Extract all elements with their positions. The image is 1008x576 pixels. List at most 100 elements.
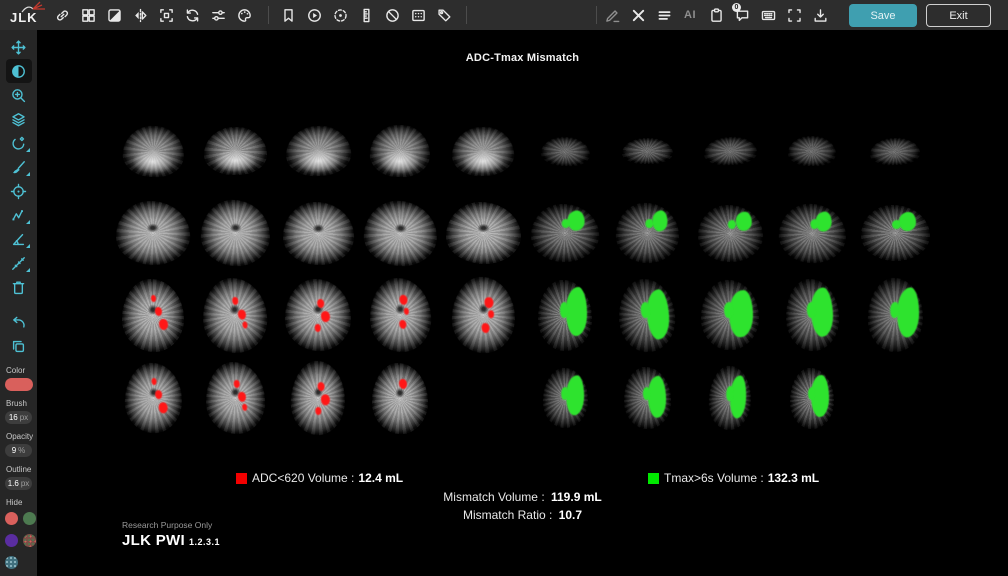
adc-overlay xyxy=(232,296,238,304)
brush-label: Brush xyxy=(6,399,37,408)
download-icon[interactable] xyxy=(807,2,833,28)
hide-swatch-green[interactable] xyxy=(23,512,36,525)
measure-tool-icon[interactable] xyxy=(6,251,32,275)
undo-icon[interactable] xyxy=(6,310,32,334)
research-note: Research Purpose Only xyxy=(122,520,220,530)
brain-slice xyxy=(870,137,921,166)
delete-tool-icon[interactable] xyxy=(6,275,32,299)
target-icon[interactable] xyxy=(327,2,353,28)
brain-slice xyxy=(700,279,759,350)
adc-overlay xyxy=(237,308,246,318)
ai-label: AI xyxy=(684,9,696,21)
brain-slice xyxy=(540,135,590,167)
tmax-overlay xyxy=(642,387,650,401)
toolbar-divider xyxy=(466,6,467,24)
toolbar-divider xyxy=(268,6,269,24)
brain-slice xyxy=(199,199,270,267)
play-icon[interactable] xyxy=(301,2,327,28)
brain-slice xyxy=(289,360,347,437)
brain-slice xyxy=(784,278,839,352)
tmax-overlay xyxy=(566,287,588,335)
jlk-pwi-window: JLK AI xyxy=(0,0,1008,576)
adc-overlay xyxy=(399,379,407,389)
tmax-overlay xyxy=(560,387,568,400)
fullscreen-icon[interactable] xyxy=(781,2,807,28)
adc-legend-value: 12.4 mL xyxy=(358,471,403,485)
adc-overlay xyxy=(317,299,324,308)
adc-overlay xyxy=(398,320,405,329)
brain-slice xyxy=(623,367,671,430)
hide-swatch-mixed[interactable] xyxy=(23,534,36,547)
brain-slice xyxy=(446,202,521,264)
copy-icon[interactable] xyxy=(6,334,32,358)
adc-overlay xyxy=(481,323,489,333)
brain-slice xyxy=(530,203,600,263)
brush-tool-icon[interactable] xyxy=(6,155,32,179)
tmax-overlay xyxy=(647,376,667,418)
palette-icon[interactable] xyxy=(231,2,257,28)
flip-horizontal-icon[interactable] xyxy=(127,2,153,28)
color-swatch[interactable] xyxy=(5,378,33,391)
adc-overlay xyxy=(320,394,330,405)
angle-tool-icon[interactable] xyxy=(6,227,32,251)
contrast-tool-icon[interactable] xyxy=(6,59,32,83)
edit-actions xyxy=(0,310,37,358)
hide-swatch-purple[interactable] xyxy=(5,534,18,547)
tmax-overlay xyxy=(645,219,653,229)
viewer-canvas: ADC-Tmax Mismatch ADC<620 Volume : 12.4 … xyxy=(37,30,1008,576)
disable-icon[interactable] xyxy=(379,2,405,28)
toolbar-group-annotate xyxy=(275,2,457,28)
link-icon[interactable] xyxy=(49,2,75,28)
crosshair-tool-icon[interactable] xyxy=(6,179,32,203)
menu-lines-icon[interactable] xyxy=(651,2,677,28)
hide-swatch-red[interactable] xyxy=(5,512,18,525)
refresh-icon[interactable] xyxy=(179,2,205,28)
legend-adc: ADC<620 Volume : 12.4 mL xyxy=(236,471,403,485)
ruler-icon[interactable] xyxy=(353,2,379,28)
adc-overlay xyxy=(151,378,156,385)
ai-button[interactable]: AI xyxy=(677,2,703,28)
brush-size-control[interactable]: 16 px xyxy=(5,411,32,424)
cross-tools-icon[interactable] xyxy=(625,2,651,28)
brain-slice xyxy=(121,124,185,178)
brain-slice xyxy=(122,279,184,352)
bookmark-icon[interactable] xyxy=(275,2,301,28)
rotate-tool-icon[interactable] xyxy=(6,131,32,155)
outline-unit: px xyxy=(21,479,29,488)
adc-overlay xyxy=(155,390,162,399)
opacity-value: 9 xyxy=(12,446,16,455)
move-tool-icon[interactable] xyxy=(6,35,32,59)
brain-slice xyxy=(123,362,182,434)
brain-slice xyxy=(205,361,265,434)
adc-overlay xyxy=(487,310,493,318)
adjust-sliders-icon[interactable] xyxy=(205,2,231,28)
zoom-in-tool-icon[interactable] xyxy=(6,83,32,107)
mismatch-ratio-value: 10.7 xyxy=(559,508,582,522)
adc-legend-swatch xyxy=(236,473,247,484)
layers-tool-icon[interactable] xyxy=(6,107,32,131)
layout-grid-icon[interactable] xyxy=(75,2,101,28)
pencil-icon[interactable] xyxy=(599,2,625,28)
outline-control[interactable]: 1.6 px xyxy=(5,477,32,490)
chat-icon[interactable]: 0 xyxy=(729,2,755,28)
keyboard-icon[interactable] xyxy=(755,2,781,28)
hide-label: Hide xyxy=(6,498,37,507)
adc-overlay xyxy=(151,295,156,302)
invert-icon[interactable] xyxy=(101,2,127,28)
fit-screen-icon[interactable] xyxy=(153,2,179,28)
opacity-control[interactable]: 9 % xyxy=(5,444,32,457)
matrix-grid-icon[interactable] xyxy=(405,2,431,28)
polyline-tool-icon[interactable] xyxy=(6,203,32,227)
adc-overlay xyxy=(242,404,247,411)
exit-button[interactable]: Exit xyxy=(926,4,991,27)
brain-slice xyxy=(450,276,516,354)
legend-tmax: Tmax>6s Volume : 132.3 mL xyxy=(648,471,819,485)
adc-overlay xyxy=(159,319,168,330)
brain-slice xyxy=(115,200,191,267)
save-button[interactable]: Save xyxy=(849,4,917,27)
adc-overlay xyxy=(158,402,167,413)
jlk-logo[interactable]: JLK xyxy=(8,1,50,29)
tag-icon[interactable] xyxy=(431,2,457,28)
hide-swatch-teal[interactable] xyxy=(5,556,18,569)
clipboard-icon[interactable] xyxy=(703,2,729,28)
